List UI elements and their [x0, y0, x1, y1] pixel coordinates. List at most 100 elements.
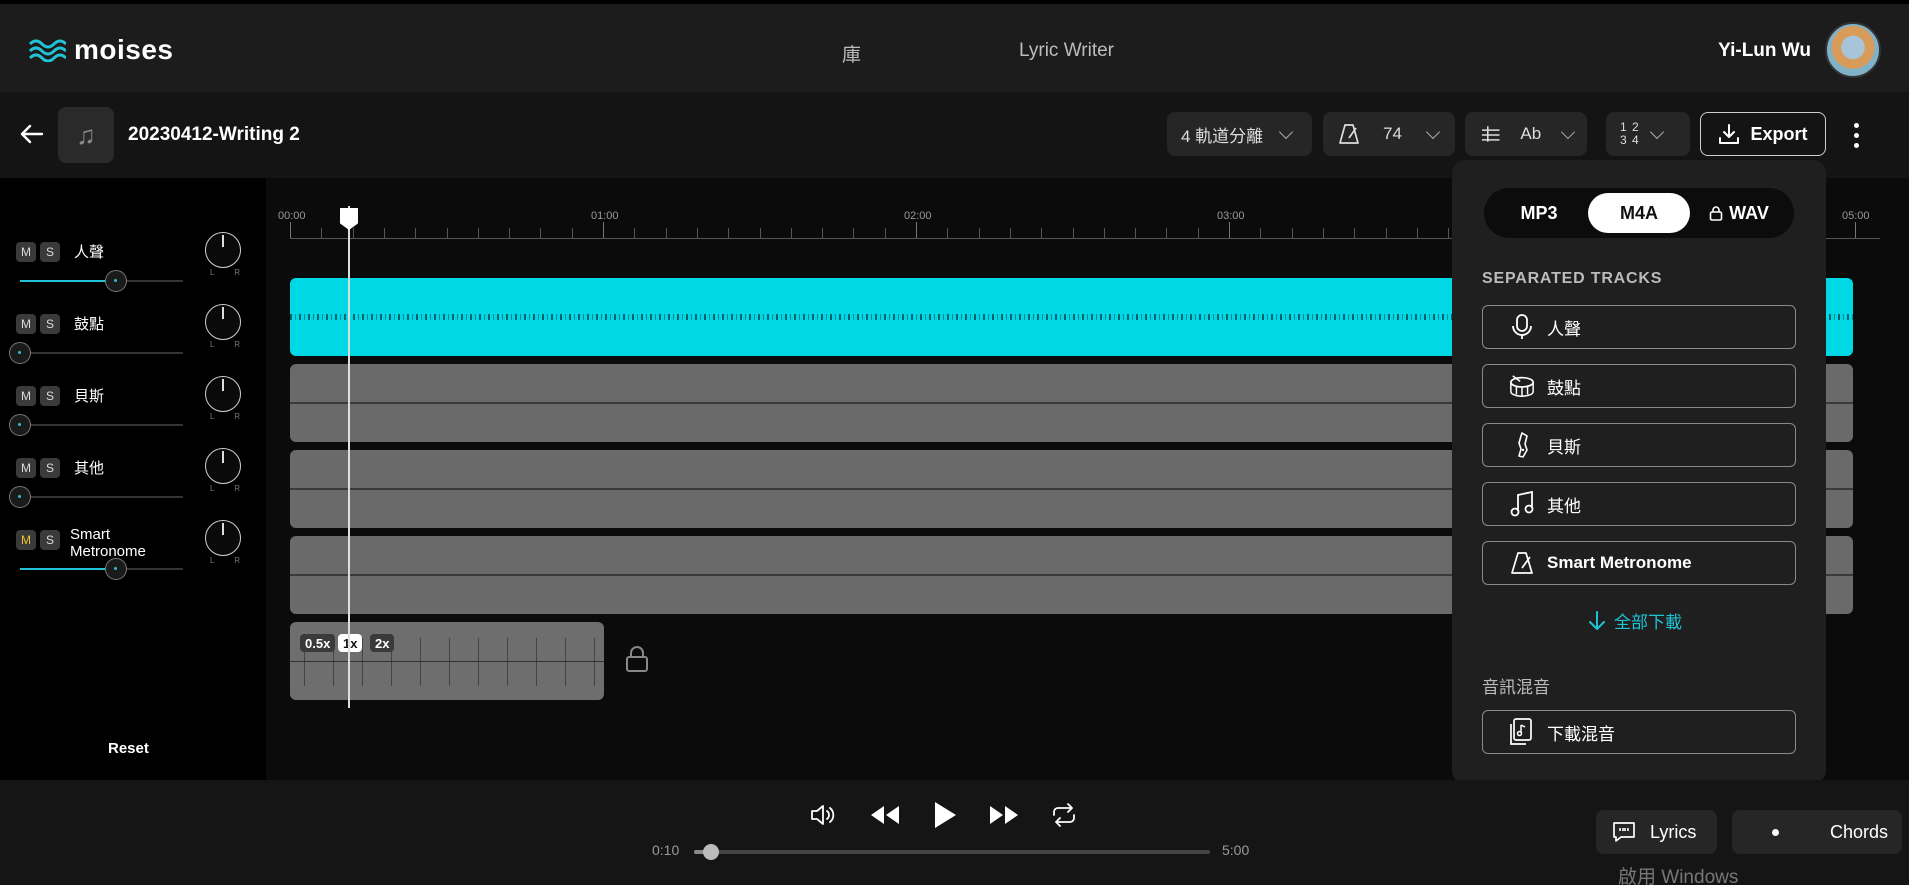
pan-knob[interactable] [205, 448, 241, 484]
ruler-tick [1291, 228, 1293, 238]
pan-lr-labels: LR [210, 412, 240, 421]
playhead[interactable] [348, 206, 350, 708]
download-bass-label: 貝斯 [1547, 437, 1581, 457]
tick-label: 03:00 [1217, 210, 1245, 222]
logo-text: moises [74, 34, 174, 65]
solo-button[interactable]: S [40, 242, 60, 262]
solo-button[interactable]: S [40, 530, 60, 550]
nav-lyric-writer[interactable]: Lyric Writer [1019, 40, 1114, 62]
separation-selector[interactable]: 4 軌道分離 [1167, 112, 1312, 156]
volume-slider[interactable] [9, 486, 183, 508]
nav-library[interactable]: 庫 [842, 40, 861, 67]
fast-forward-icon[interactable] [987, 798, 1021, 832]
volume-knob[interactable] [9, 486, 31, 508]
music-note-icon [1509, 491, 1535, 517]
volume-knob[interactable] [105, 270, 128, 292]
ruler-tick [1009, 228, 1011, 238]
ruler-tick [696, 228, 698, 238]
ruler-tick [603, 222, 604, 238]
speed-option-half[interactable]: 0.5x [300, 634, 336, 652]
progress-bar[interactable] [694, 844, 1210, 860]
volume-slider[interactable] [20, 558, 183, 580]
download-mix-button[interactable]: 下載混音 [1482, 710, 1796, 754]
mute-button[interactable]: M [16, 242, 36, 262]
solo-button[interactable]: S [40, 458, 60, 478]
speed-option-double[interactable]: 2x [370, 634, 395, 652]
windows-activation-watermark: 啟用 Windows [1618, 867, 1739, 885]
pan-knob[interactable] [205, 304, 241, 340]
more-options-icon[interactable] [1848, 120, 1864, 150]
rewind-icon[interactable] [868, 798, 902, 832]
download-other[interactable]: 其他 [1482, 482, 1796, 526]
chords-button[interactable]: Chords [1732, 810, 1902, 854]
pan-left-label: L [210, 556, 215, 565]
export-button[interactable]: Export [1700, 112, 1826, 156]
mute-button[interactable]: M [16, 314, 36, 334]
pan-right-label: R [234, 556, 240, 565]
bpm-value: 74 [1383, 124, 1402, 143]
moises-logo[interactable]: moises [28, 34, 174, 66]
pan-knob[interactable] [205, 520, 241, 556]
ruler-tick [1448, 228, 1450, 238]
volume-knob[interactable] [105, 558, 128, 580]
volume-knob[interactable] [9, 414, 31, 436]
avatar[interactable] [1825, 22, 1881, 78]
download-drums[interactable]: 鼓點 [1482, 364, 1796, 408]
format-toggle: MP3 M4A WAV [1484, 188, 1794, 238]
moises-logo-icon [28, 39, 66, 62]
speed-option-normal[interactable]: 1x [338, 634, 363, 652]
solo-button[interactable]: S [40, 314, 60, 334]
download-drums-label: 鼓點 [1547, 378, 1581, 398]
download-other-label: 其他 [1547, 496, 1581, 516]
waveform-baseline [290, 661, 604, 662]
volume-slider[interactable] [9, 342, 183, 364]
play-icon[interactable] [928, 798, 962, 832]
time-signature-selector[interactable]: 1 2 3 4 [1606, 112, 1690, 156]
pan-knob[interactable] [205, 232, 241, 268]
format-mp3[interactable]: MP3 [1488, 193, 1590, 233]
key-selector[interactable]: Ab [1465, 112, 1587, 156]
download-all-link[interactable]: 全部下載 [1588, 608, 1682, 633]
mute-button[interactable]: M [16, 386, 36, 406]
format-wav[interactable]: WAV [1688, 193, 1790, 233]
ruler-tick [1416, 228, 1418, 238]
volume-slider[interactable] [9, 414, 183, 436]
separation-label: 4 軌道分離 [1181, 126, 1264, 146]
chevron-down-icon [1561, 124, 1576, 139]
tick-label: 01:00 [591, 210, 619, 222]
music-note-icon: ♫ [76, 119, 96, 150]
track-name: 其他 [74, 460, 105, 477]
download-metronome[interactable]: Smart Metronome [1482, 541, 1796, 585]
user-name[interactable]: Yi-Lun Wu [1718, 40, 1811, 62]
lock-icon[interactable] [624, 644, 650, 674]
playhead-handle[interactable] [340, 208, 358, 230]
arrow-down-icon [1589, 610, 1605, 630]
ruler-tick [884, 228, 886, 238]
reset-button[interactable]: Reset [108, 740, 149, 757]
track-lane-metronome[interactable]: 0.5x 1x 2x [290, 622, 604, 700]
volume-slider[interactable] [20, 270, 183, 292]
loop-icon[interactable] [1047, 798, 1081, 832]
back-arrow-icon[interactable] [18, 120, 46, 148]
ruler-tick [822, 228, 824, 238]
ruler-tick [790, 228, 792, 238]
download-bass[interactable]: 貝斯 [1482, 423, 1796, 467]
volume-icon[interactable] [806, 798, 840, 832]
progress-knob[interactable] [703, 844, 720, 860]
ruler-tick [665, 228, 667, 238]
quote-bubble-icon [1613, 822, 1635, 842]
bpm-selector[interactable]: 74 [1323, 112, 1455, 156]
download-vocals[interactable]: 人聲 [1482, 305, 1796, 349]
format-m4a[interactable]: M4A [1588, 193, 1690, 233]
pan-knob[interactable] [205, 376, 241, 412]
ruler-tick [383, 228, 385, 238]
mute-button[interactable]: M [16, 458, 36, 478]
volume-knob[interactable] [9, 342, 31, 364]
solo-button[interactable]: S [40, 386, 60, 406]
ruler-tick [477, 228, 479, 238]
ruler-tick [290, 222, 291, 238]
ruler-tick [1041, 228, 1043, 238]
mute-button[interactable]: M [16, 530, 36, 550]
song-thumbnail: ♫ [58, 107, 114, 163]
lyrics-button[interactable]: Lyrics [1596, 810, 1717, 854]
